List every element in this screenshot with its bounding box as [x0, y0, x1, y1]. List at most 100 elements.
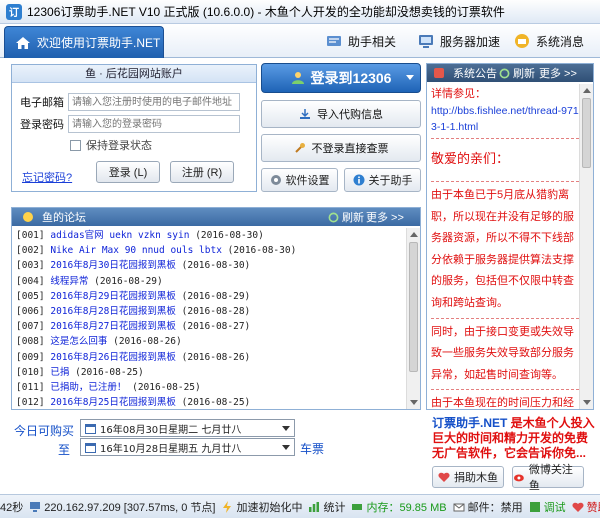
monitor-icon — [30, 501, 41, 512]
forum-item-number: [004] — [16, 275, 45, 287]
forum-item-title[interactable]: 2016年8月28日花园报到黑板 — [50, 306, 176, 317]
tab-welcome[interactable]: 欢迎使用订票助手.NET — [4, 26, 164, 58]
donate-button[interactable]: 捐助木鱼 — [432, 466, 504, 488]
chevron-down-icon[interactable] — [406, 75, 414, 80]
keep-login-checkbox[interactable]: 保持登录状态 — [70, 137, 152, 153]
password-field[interactable] — [68, 115, 240, 133]
forum-list-item[interactable]: [011] 已捐助，已注册！ (2016-08-25) — [16, 380, 407, 395]
tab-welcome-label: 欢迎使用订票助手.NET — [37, 36, 161, 50]
help-icon — [327, 36, 341, 46]
forum-list-item[interactable]: [005] 2016年8月29日花园报到黑板 (2016-08-29) — [16, 289, 407, 304]
status-stats-button[interactable]: 统计 — [308, 499, 345, 515]
login-12306-button[interactable]: 登录到12306 — [261, 63, 421, 93]
forgot-password-link[interactable]: 忘记密码? — [22, 169, 72, 185]
settings-button[interactable]: 软件设置 — [261, 168, 338, 192]
scroll-up-icon[interactable] — [583, 88, 591, 93]
forum-item-title[interactable]: 已捐助，已注册！ — [50, 382, 126, 393]
login-button[interactable]: 登录 (L) — [96, 161, 160, 183]
status-elapsed: 42秒 — [0, 501, 24, 514]
import-icon — [300, 109, 310, 119]
ticket-label: 车票 — [300, 442, 325, 456]
status-memory: 内存：59.85 MB — [351, 499, 447, 515]
status-mail-text: 邮件：禁用 — [467, 501, 523, 514]
divider — [431, 389, 579, 391]
notice-refresh-button[interactable]: 刷新 — [499, 65, 535, 81]
system-message-label: 系统消息 — [536, 34, 585, 49]
forum-list-item[interactable]: [006] 2016年8月28日花园报到黑板 (2016-08-28) — [16, 304, 407, 319]
scroll-up-icon[interactable] — [410, 232, 418, 237]
forum-list-item[interactable]: [002] Nike Air Max 90 nnud ouls lbtx (20… — [16, 243, 407, 258]
notice-link[interactable]: http://bbs.fishlee.net/thread-9713-1-1.h… — [431, 103, 579, 135]
info-icon — [353, 174, 364, 186]
scroll-down-icon[interactable] — [583, 400, 591, 405]
divider — [431, 317, 579, 319]
login-panel-title: 鱼 · 后花园网站账户 — [12, 65, 256, 83]
forum-item-title[interactable]: 2016年8月26日花园报到黑板 — [50, 352, 176, 363]
email-field[interactable] — [68, 93, 240, 111]
forum-item-title[interactable]: 这是怎么回事 — [50, 336, 107, 347]
scroll-thumb[interactable] — [582, 98, 591, 168]
help-button[interactable]: 助手相关 — [326, 31, 396, 51]
notice-paragraph-2: 同时，由于接口变更或失效导致一些服务失效导致部分服务异常，如起售时间查询等。 — [431, 325, 574, 381]
weibo-follow-label: 微博关注鱼 — [528, 464, 573, 492]
forum-item-date: (2016-08-30) — [195, 230, 264, 241]
weibo-follow-button[interactable]: 微博关注鱼 — [512, 464, 584, 492]
forum-item-date: (2016-08-29) — [94, 275, 163, 287]
query-no-login-label: 不登录直接查票 — [311, 143, 389, 155]
forum-item-title[interactable]: 2016年8月25日花园报到黑板 — [50, 397, 176, 408]
query-no-login-button[interactable]: 不登录直接查票 — [261, 134, 421, 162]
forum-list-item[interactable]: [010] 已捐 (2016-08-25) — [16, 365, 407, 380]
start-date-picker[interactable]: 16年08月30日星期二 七月廿八 — [80, 419, 295, 437]
forum-list-item[interactable]: [007] 2016年8月27日花园报到黑板 (2016-08-27) — [16, 319, 407, 334]
register-button[interactable]: 注册 (R) — [170, 161, 234, 183]
end-date-picker[interactable]: 16年10月28日星期五 九月廿八 — [80, 438, 295, 456]
forum-item-date: (2016-08-25) — [132, 381, 201, 393]
forum-list-item[interactable]: [003] 2016年8月30日花园报到黑板 (2016-08-30) — [16, 258, 407, 273]
status-mail[interactable]: 邮件：禁用 — [453, 499, 523, 515]
forum-item-title[interactable]: adidas官网 uekn vzkn syin — [50, 230, 189, 241]
forum-item-number: [009] — [16, 351, 45, 363]
forum-item-title[interactable]: Nike Air Max 90 nnud ouls lbtx — [50, 245, 222, 256]
forum-list-item[interactable]: [001] adidas官网 uekn vzkn syin (2016-08-3… — [16, 228, 407, 243]
forum-item-number: [006] — [16, 305, 45, 317]
divider — [431, 181, 579, 182]
forum-list-item[interactable]: [004] 线程异常 (2016-08-29) — [16, 274, 407, 289]
forum-item-title[interactable]: 线程异常 — [50, 276, 88, 287]
forum-item-title[interactable]: 2016年8月27日花园报到黑板 — [50, 321, 176, 332]
forum-item-title[interactable]: 2016年8月29日花园报到黑板 — [50, 291, 176, 302]
start-date-value: 16年08月30日星期二 七月廿八 — [100, 424, 242, 436]
app-icon: 订 — [6, 3, 22, 20]
import-info-button[interactable]: 导入代购信息 — [261, 100, 421, 128]
forum-item-title[interactable]: 2016年8月30日花园报到黑板 — [50, 260, 176, 271]
heart-icon — [438, 472, 450, 482]
notice-more-link[interactable]: 更多 >> — [539, 65, 577, 81]
forum-item-number: [011] — [16, 381, 45, 393]
forum-list-item[interactable]: [009] 2016年8月26日花园报到黑板 (2016-08-26) — [16, 350, 407, 365]
forum-list: [001] adidas官网 uekn vzkn syin (2016-08-3… — [12, 228, 407, 409]
notice-body: 详情参见： http://bbs.fishlee.net/thread-9713… — [429, 84, 579, 409]
about-button[interactable]: 关于助手 — [344, 168, 421, 192]
email-row: 电子邮箱 — [20, 93, 240, 111]
status-debug[interactable]: 调试 — [529, 499, 566, 515]
forum-more-link[interactable]: 更多 >> — [366, 209, 404, 225]
memory-icon — [352, 503, 363, 510]
status-bar: 42秒 220.162.97.209 [307.57ms, 0 节点] 加速初始… — [0, 494, 600, 518]
status-ip-text: 220.162.97.209 [307.57ms, 0 节点] — [44, 501, 216, 514]
status-ip: 220.162.97.209 [307.57ms, 0 节点] — [29, 499, 215, 515]
forum-list-item[interactable]: [012] 2016年8月25日花园报到黑板 (2016-08-25) — [16, 395, 407, 409]
notice-scrollbar[interactable] — [579, 84, 593, 409]
scroll-down-icon[interactable] — [410, 400, 418, 405]
system-message-button[interactable]: 系统消息 — [514, 31, 584, 51]
forum-item-title[interactable]: 已捐 — [50, 367, 69, 378]
forum-refresh-button[interactable]: 刷新 — [328, 209, 364, 225]
server-accel-button[interactable]: 服务器加速 — [418, 31, 500, 51]
checkbox-box — [70, 139, 81, 151]
forum-item-date: (2016-08-27) — [181, 321, 251, 333]
keep-login-label: 保持登录状态 — [86, 140, 152, 152]
forum-item-date: (2016-08-26) — [113, 336, 182, 348]
status-donate[interactable]: 赞助助手 — [572, 499, 600, 515]
forum-list-item[interactable]: [008] 这是怎么回事 (2016-08-26) — [16, 334, 407, 349]
forum-scrollbar[interactable] — [406, 228, 420, 409]
forum-icon — [23, 212, 33, 222]
scroll-thumb[interactable] — [409, 242, 418, 372]
